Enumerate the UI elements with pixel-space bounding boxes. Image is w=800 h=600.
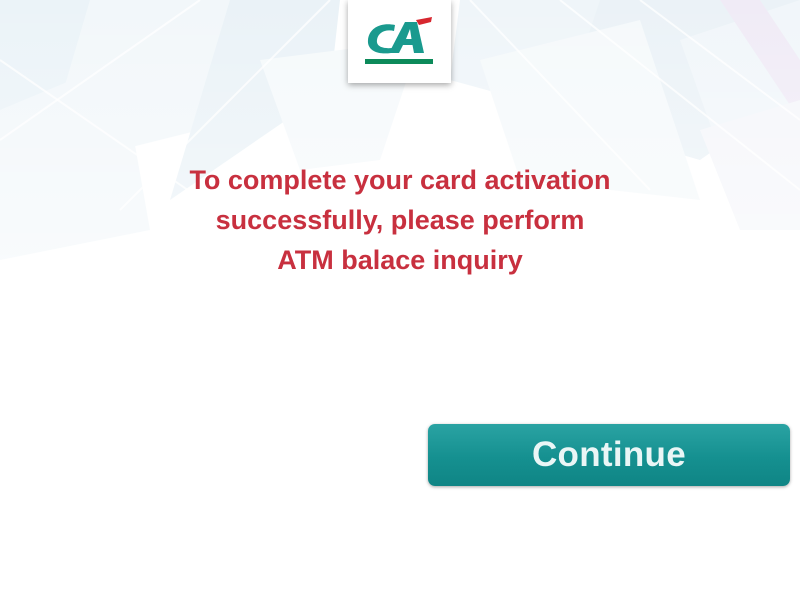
message-line-1: To complete your card activation <box>189 165 611 195</box>
background-pattern <box>0 0 800 600</box>
continue-button[interactable]: Continue <box>428 424 790 486</box>
message-line-2: successfully, please perform <box>215 205 585 235</box>
credit-agricole-logo-icon <box>364 16 433 64</box>
message-line-3: ATM balace inquiry <box>277 245 523 275</box>
activation-message: To complete your card activation success… <box>100 160 700 280</box>
continue-button-label: Continue <box>531 435 687 474</box>
logo-card <box>348 0 451 83</box>
